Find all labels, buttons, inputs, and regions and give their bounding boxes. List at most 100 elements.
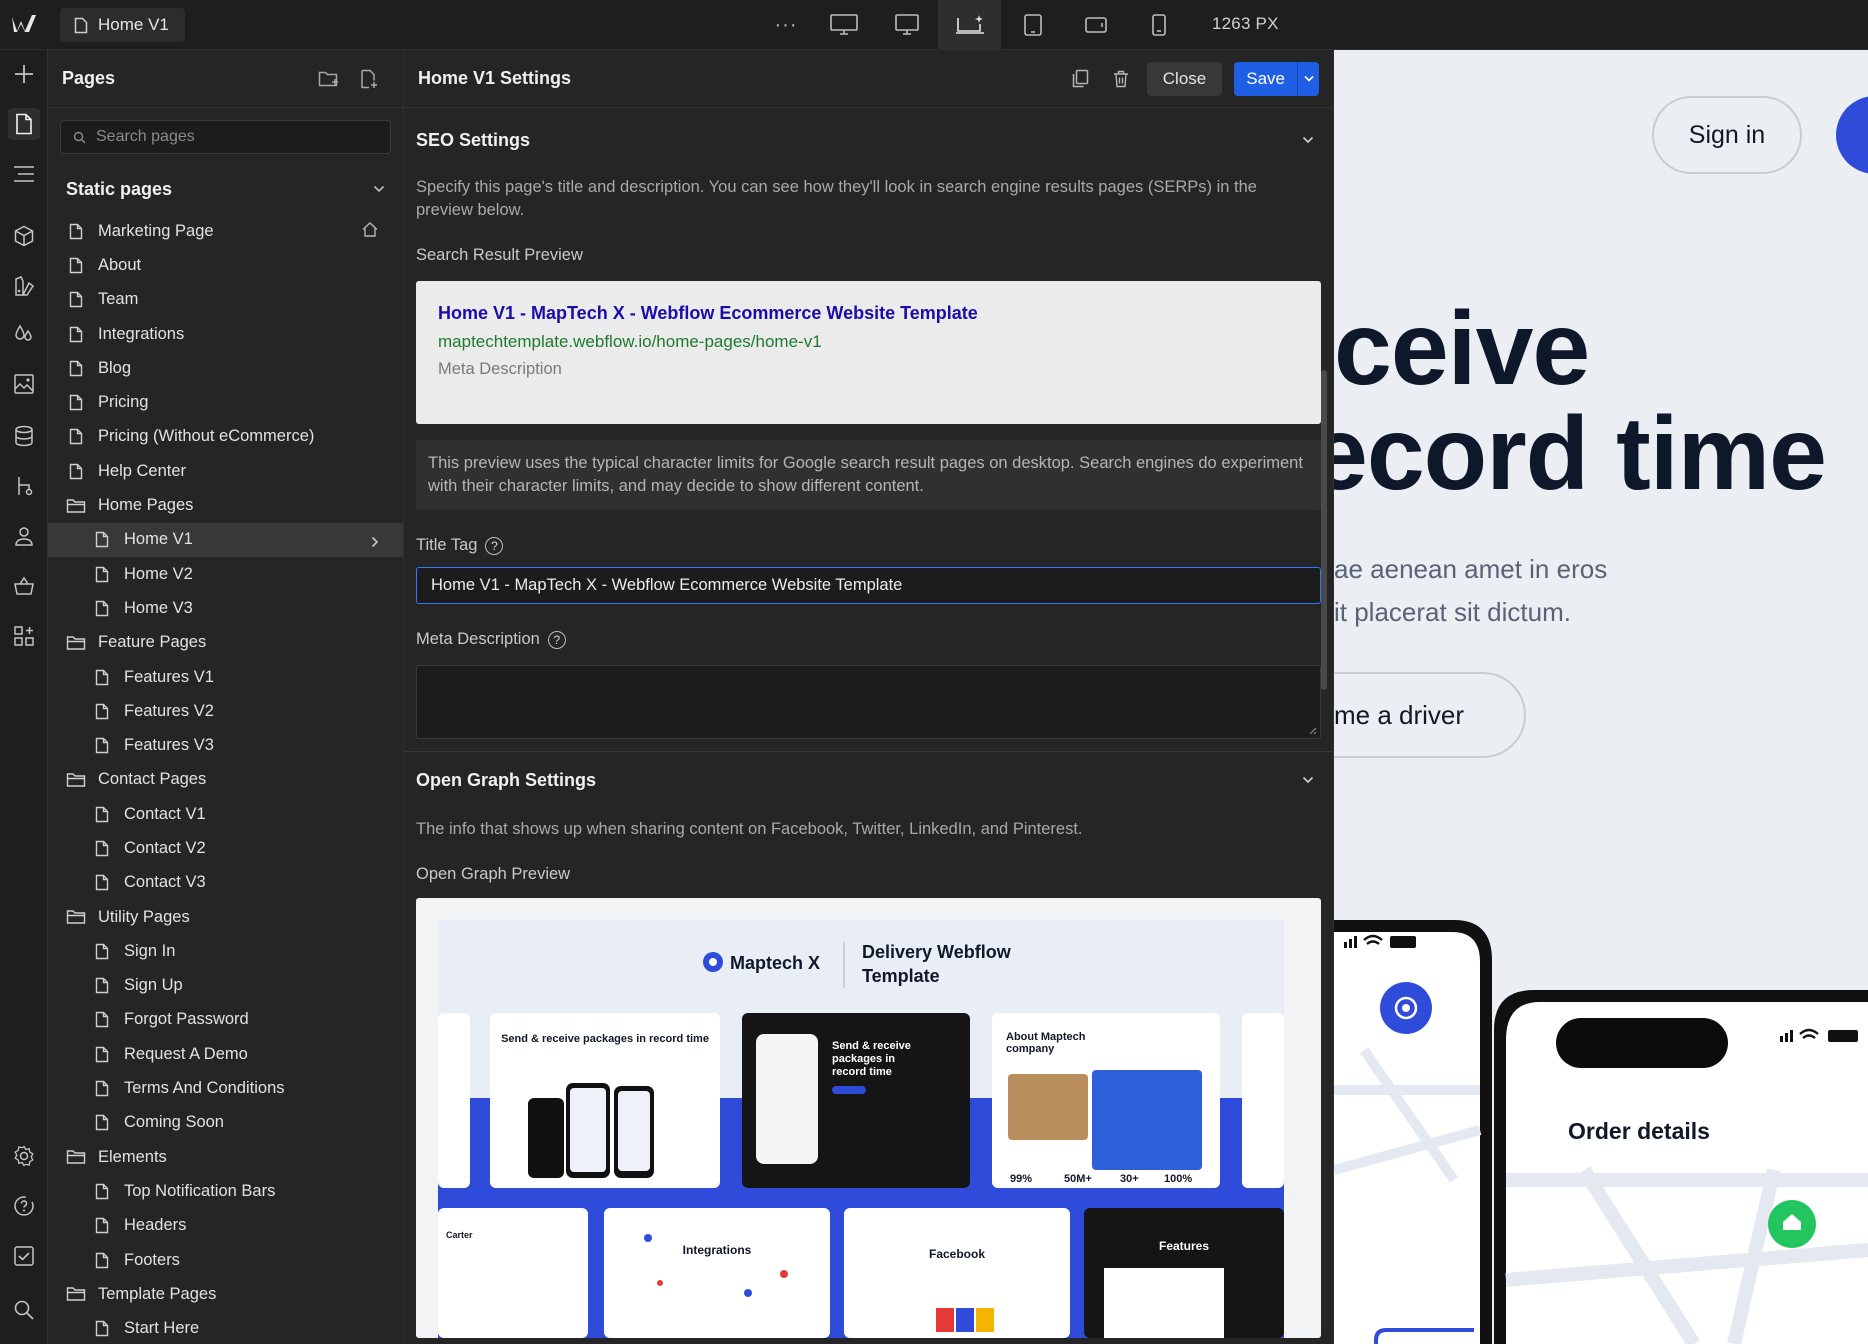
style-manager-button[interactable] <box>8 318 40 350</box>
preview-signin-button[interactable]: Sign in <box>1652 96 1802 174</box>
serp-title: Home V1 - MapTech X - Webflow Ecommerce … <box>438 303 978 323</box>
resize-handle-icon[interactable] <box>1307 725 1317 735</box>
components-button[interactable] <box>8 220 40 252</box>
page-item-home-v2[interactable]: Home V2 <box>48 557 403 591</box>
page-item-features-v2[interactable]: Features V2 <box>48 694 403 728</box>
monitor-wide-icon <box>829 14 858 35</box>
viewport-tablet-button[interactable] <box>1001 0 1064 50</box>
page-item-pricing-without-ecommerce[interactable]: Pricing (Without eCommerce) <box>48 420 403 454</box>
static-pages-section-header[interactable]: Static pages <box>48 164 403 214</box>
page-icon <box>92 1181 112 1201</box>
page-item-contact-v2[interactable]: Contact V2 <box>48 831 403 865</box>
new-page-button[interactable] <box>349 69 389 89</box>
page-item-contact-v1[interactable]: Contact V1 <box>48 797 403 831</box>
preview-cta-button[interactable] <box>1836 96 1868 174</box>
folder-item-utility-pages[interactable]: Utility Pages <box>48 900 403 934</box>
meta-description-label-text: Meta Description <box>416 630 540 648</box>
chevron-down-icon <box>373 185 385 193</box>
page-item-features-v3[interactable]: Features V3 <box>48 728 403 762</box>
folder-item-elements[interactable]: Elements <box>48 1140 403 1174</box>
page-item-label: Home V2 <box>124 564 193 583</box>
audit-button[interactable] <box>8 1240 40 1272</box>
settings-scrollbar[interactable] <box>1321 370 1327 690</box>
page-item-about[interactable]: About <box>48 248 403 282</box>
viewport-switcher: ··· <box>760 0 1190 50</box>
folder-item-template-pages[interactable]: Template Pages <box>48 1277 403 1311</box>
page-item-coming-soon[interactable]: Coming Soon <box>48 1106 403 1140</box>
og-thumb-facebook-label: Facebook <box>929 1247 985 1261</box>
viewport-large-desktop-button[interactable] <box>812 0 875 50</box>
find-button[interactable] <box>8 1294 40 1326</box>
title-tag-input[interactable]: Home V1 - MapTech X - Webflow Ecommerce … <box>416 567 1321 604</box>
navigator-button[interactable] <box>8 158 40 190</box>
open-graph-header[interactable]: Open Graph Settings <box>416 756 1321 804</box>
viewport-mobile-portrait-button[interactable] <box>1127 0 1190 50</box>
home-icon[interactable] <box>361 221 379 243</box>
page-item-marketing-page[interactable]: Marketing Page <box>48 214 403 248</box>
meta-description-textarea[interactable] <box>416 665 1321 739</box>
viewport-desktop-button[interactable] <box>875 0 938 50</box>
users-button[interactable] <box>8 520 40 552</box>
page-item-blog[interactable]: Blog <box>48 351 403 385</box>
page-item-home-v1[interactable]: Home V1 <box>48 522 403 557</box>
close-button[interactable]: Close <box>1146 61 1223 96</box>
page-item-label: Team <box>98 290 139 309</box>
page-item-headers[interactable]: Headers <box>48 1209 403 1243</box>
more-options-button[interactable]: ··· <box>760 0 812 50</box>
seo-description: Specify this page's title and descriptio… <box>416 178 1257 219</box>
preview-become-driver-button[interactable]: me a driver <box>1334 672 1526 758</box>
page-item-terms-and-conditions[interactable]: Terms And Conditions <box>48 1071 403 1105</box>
chevron-right-icon[interactable] <box>371 534 379 553</box>
variables-button[interactable] <box>8 270 40 302</box>
viewport-base-button[interactable] <box>938 0 1001 50</box>
meta-description-label: Meta Description ? <box>416 630 1321 649</box>
title-tag-value: Home V1 - MapTech X - Webflow Ecommerce … <box>431 576 903 594</box>
settings-button[interactable] <box>8 1140 40 1172</box>
folder-item-home-pages[interactable]: Home Pages <box>48 488 403 522</box>
current-page-chip[interactable]: Home V1 <box>60 8 185 42</box>
folder-item-contact-pages[interactable]: Contact Pages <box>48 763 403 797</box>
seo-settings-header[interactable]: SEO Settings <box>416 116 1321 164</box>
page-item-contact-v3[interactable]: Contact V3 <box>48 866 403 900</box>
cms-button[interactable] <box>8 420 40 452</box>
folder-item-feature-pages[interactable]: Feature Pages <box>48 626 403 660</box>
pages-panel-button[interactable] <box>8 108 40 140</box>
new-folder-button[interactable] <box>309 70 349 88</box>
page-item-start-here[interactable]: Start Here <box>48 1312 403 1344</box>
page-item-top-notification-bars[interactable]: Top Notification Bars <box>48 1174 403 1208</box>
page-item-integrations[interactable]: Integrations <box>48 317 403 351</box>
page-item-help-center[interactable]: Help Center <box>48 454 403 488</box>
duplicate-page-button[interactable] <box>1061 69 1101 88</box>
add-elements-button[interactable] <box>8 58 40 90</box>
title-tag-label: Title Tag ? <box>416 536 1321 555</box>
seo-settings-section: SEO Settings Specify this page's title a… <box>404 116 1333 739</box>
copy-icon <box>1073 69 1089 88</box>
page-icon <box>66 221 86 241</box>
page-item-features-v1[interactable]: Features V1 <box>48 660 403 694</box>
page-item-team[interactable]: Team <box>48 283 403 317</box>
page-item-label: Top Notification Bars <box>124 1181 276 1200</box>
og-thumb-carter: Carter <box>446 1230 473 1240</box>
webflow-logo-icon[interactable] <box>10 12 38 36</box>
page-item-sign-in[interactable]: Sign In <box>48 934 403 968</box>
save-button[interactable]: Save <box>1234 61 1297 96</box>
page-item-sign-up[interactable]: Sign Up <box>48 969 403 1003</box>
apps-button[interactable] <box>8 620 40 652</box>
page-item-home-v3[interactable]: Home V3 <box>48 591 403 625</box>
assets-button[interactable] <box>8 368 40 400</box>
logic-button[interactable] <box>8 470 40 502</box>
page-item-label: Pricing <box>98 393 149 412</box>
page-item-forgot-password[interactable]: Forgot Password <box>48 1003 403 1037</box>
page-item-pricing[interactable]: Pricing <box>48 385 403 419</box>
help-question-icon[interactable]: ? <box>485 536 504 555</box>
page-icon <box>92 941 112 961</box>
page-item-request-a-demo[interactable]: Request A Demo <box>48 1037 403 1071</box>
save-options-button[interactable] <box>1297 61 1319 96</box>
search-pages-field[interactable]: Search pages <box>60 120 391 154</box>
help-button[interactable] <box>8 1190 40 1222</box>
help-question-icon[interactable]: ? <box>547 630 566 649</box>
viewport-mobile-landscape-button[interactable] <box>1064 0 1127 50</box>
page-item-footers[interactable]: Footers <box>48 1243 403 1277</box>
ecommerce-button[interactable] <box>8 570 40 602</box>
delete-page-button[interactable] <box>1101 70 1141 88</box>
